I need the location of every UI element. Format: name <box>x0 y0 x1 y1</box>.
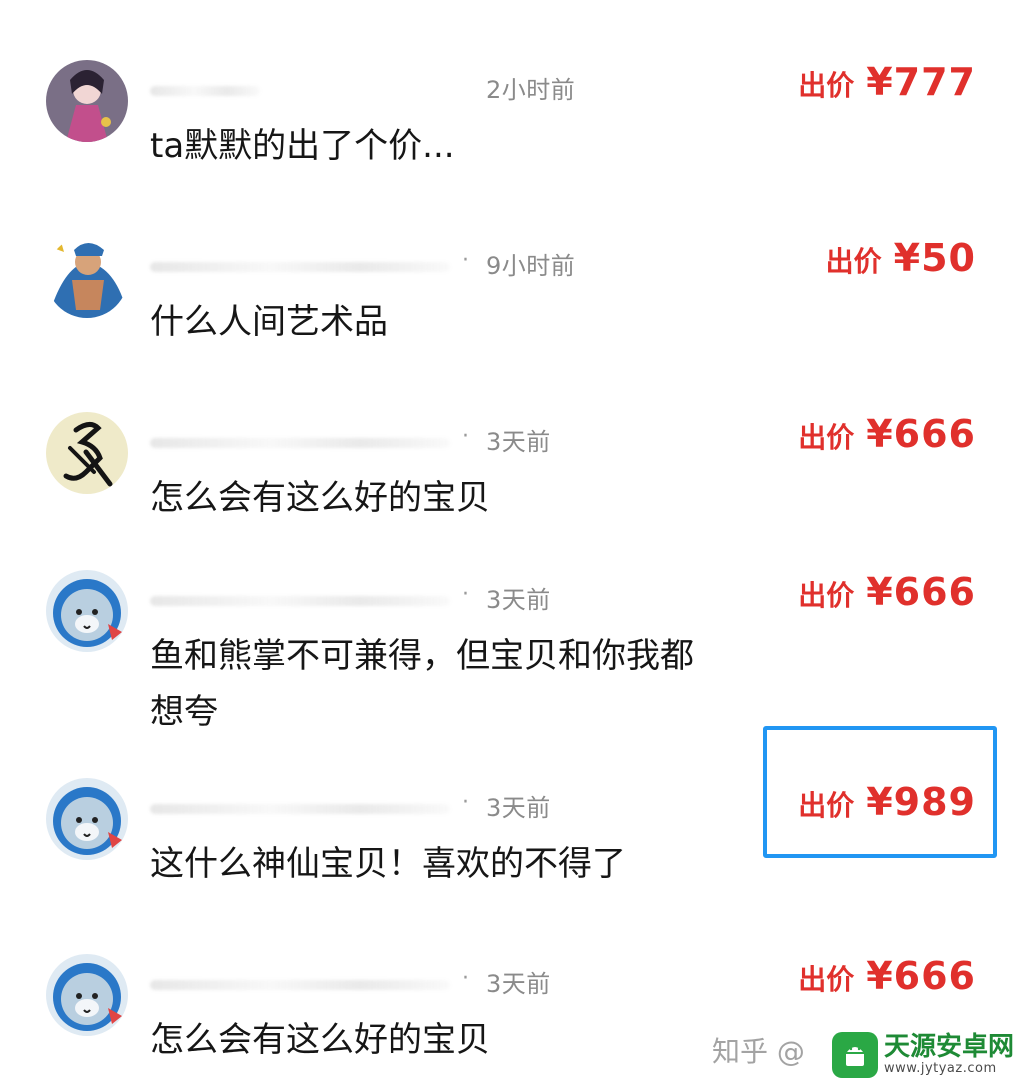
highlight-box <box>763 726 997 858</box>
android-logo-icon <box>832 1032 878 1078</box>
username-blurred <box>150 262 450 272</box>
avatar[interactable] <box>46 236 128 318</box>
username-blurred <box>150 596 450 606</box>
comment-time: 2小时前 <box>486 76 576 104</box>
bid-price: 出价 ¥666 <box>798 954 976 998</box>
bid-price: 出价 ¥777 <box>798 60 976 104</box>
username-blurred <box>150 980 450 990</box>
site-name: 天源安卓网 <box>884 1032 1015 1062</box>
comment-text: 这什么神仙宝贝！喜欢的不得了 <box>150 844 626 884</box>
site-logo: 天源安卓网 www.jytyaz.com <box>832 1020 1022 1090</box>
bid-price: 出价 ¥666 <box>798 412 976 456</box>
bid-amount: ¥666 <box>866 412 976 456</box>
comment-time: 3天前 <box>486 970 551 998</box>
comment-time: 3天前 <box>486 586 551 614</box>
separator-dot-icon: · <box>462 582 469 607</box>
avatar[interactable] <box>46 60 128 142</box>
comment-text: 怎么会有这么好的宝贝 <box>150 1020 490 1060</box>
comment-time: 3天前 <box>486 428 551 456</box>
comment-list: 2小时前 出价 ¥777 ta默默的出了个价... · 9小时前 出价 ¥50 … <box>0 0 1022 1090</box>
username-blurred <box>150 86 260 96</box>
username-blurred <box>150 804 450 814</box>
site-text: 天源安卓网 www.jytyaz.com <box>884 1033 1014 1077</box>
bid-amount: ¥777 <box>866 60 976 104</box>
comment-text: 什么人间艺术品 <box>150 302 388 342</box>
avatar[interactable] <box>46 570 128 652</box>
bid-label: 出价 <box>798 421 855 454</box>
comment-text: 鱼和熊掌不可兼得，但宝贝和你我都想夸 <box>150 636 694 732</box>
comment-time: 9小时前 <box>486 252 576 280</box>
zhihu-watermark: 知乎 @ <box>712 1035 805 1068</box>
comment-text: ta默默的出了个价... <box>150 126 455 166</box>
bid-label: 出价 <box>798 963 855 996</box>
bid-amount: ¥666 <box>866 954 976 998</box>
bid-label: 出价 <box>825 245 882 278</box>
bid-price: 出价 ¥666 <box>798 570 976 614</box>
avatar[interactable] <box>46 412 128 494</box>
comment-time: 3天前 <box>486 794 551 822</box>
comment-text: 怎么会有这么好的宝贝 <box>150 478 490 518</box>
separator-dot-icon: · <box>462 966 469 991</box>
bid-amount: ¥50 <box>893 236 976 280</box>
bid-amount: ¥666 <box>866 570 976 614</box>
site-url: www.jytyaz.com <box>884 1061 997 1076</box>
separator-dot-icon: · <box>462 424 469 449</box>
avatar[interactable] <box>46 778 128 860</box>
separator-dot-icon: · <box>462 790 469 815</box>
separator-dot-icon: · <box>462 248 469 273</box>
bid-price: 出价 ¥50 <box>826 236 976 280</box>
avatar[interactable] <box>46 954 128 1036</box>
bid-label: 出价 <box>798 579 855 612</box>
bid-label: 出价 <box>798 69 855 102</box>
username-blurred <box>150 438 450 448</box>
